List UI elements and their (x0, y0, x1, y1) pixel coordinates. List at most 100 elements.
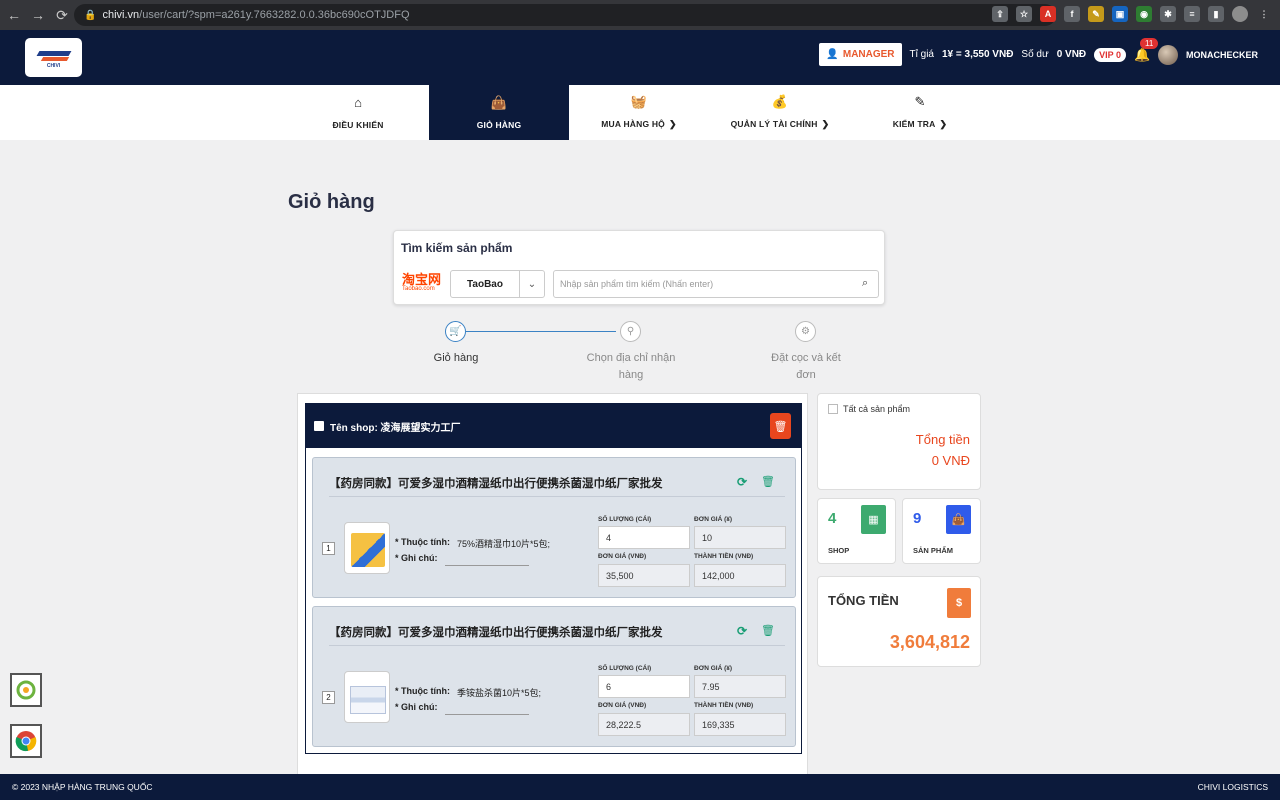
footer-brand: CHIVI LOGISTICS (1197, 782, 1268, 792)
attribute-value: 季铵盐杀菌10片*5包; (457, 688, 542, 698)
floating-chrome-button[interactable] (10, 724, 42, 758)
lock-icon: 🔒 (84, 9, 97, 21)
product-label: SẢN PHẨM (913, 546, 954, 555)
taobao-logo-en: Taobao.com (402, 286, 435, 292)
step-label-deposit: Đặt cọc và kết đơn (771, 352, 841, 381)
shop-name: Tên shop: 凌海展望实力工厂 (330, 422, 461, 434)
sidebar-icon[interactable]: ▮ (1208, 6, 1224, 22)
avatar[interactable] (1158, 44, 1178, 65)
share-icon[interactable]: ⇪ (992, 6, 1008, 22)
adblock-icon[interactable]: A (1040, 6, 1056, 22)
nav-label: ĐIỀU KHIỂN (332, 119, 384, 130)
refresh-icon[interactable]: ⟳ (737, 475, 747, 489)
site-footer: © 2023 NHẬP HÀNG TRUNG QUỐC CHIVI LOGIST… (0, 774, 1280, 800)
unit-price-vnd-label: ĐƠN GIÁ (VNĐ) (598, 702, 647, 709)
delete-shop-button[interactable]: 🗑 (770, 413, 791, 439)
menu-dots-icon[interactable]: ⋮ (1256, 6, 1272, 22)
shop-count: 4 (828, 510, 837, 527)
puzzle-icon[interactable]: ✱ (1160, 6, 1176, 22)
cart-item: 【药房同款】可爱多湿巾酒精湿纸巾出行便携杀菌湿巾纸厂家批发 ⟳ 🗑 1 * Th… (312, 457, 796, 598)
refresh-icon[interactable]: ⟳ (737, 624, 747, 638)
search-input[interactable] (553, 270, 879, 298)
nav-label-wrap: QUẢN LÝ TÀI CHÍNH ❯ (731, 119, 830, 130)
manager-label: MANAGER (842, 49, 895, 60)
logo[interactable]: CHIVI (25, 38, 82, 77)
chevron-down-icon: ⌄ (527, 278, 537, 290)
back-icon[interactable]: ← (4, 5, 24, 25)
page-title: Giỏ hàng (288, 191, 375, 213)
extension-icon[interactable]: ◉ (1136, 6, 1152, 22)
edit-icon: ✎ (914, 94, 926, 109)
item-index: 2 (322, 691, 335, 704)
divider (329, 645, 785, 646)
total-value: 0 VNĐ (931, 453, 970, 468)
manager-button[interactable]: 👤 MANAGER (819, 43, 902, 66)
store-icon: ▦ (861, 505, 886, 534)
username[interactable]: MONACHECKER (1186, 50, 1258, 60)
product-image[interactable] (344, 671, 390, 723)
money-bag-icon: 💰 (771, 94, 789, 109)
unit-price-vnd-field: 35,500 (598, 564, 690, 587)
basket-icon: 🧺 (630, 94, 648, 109)
trash-icon[interactable]: 🗑 (761, 475, 775, 488)
product-image[interactable] (344, 522, 390, 574)
item-title[interactable]: 【药房同款】可爱多湿巾酒精湿纸巾出行便携杀菌湿巾纸厂家批发 (329, 475, 663, 491)
total-label: Tổng tiền (915, 432, 970, 447)
trash-icon[interactable]: 🗑 (761, 624, 775, 637)
shop-header: Tên shop: 凌海展望实力工厂 🗑 (306, 404, 801, 448)
quantity-input[interactable]: 4 (598, 526, 690, 549)
quantity-input[interactable]: 6 (598, 675, 690, 698)
floating-app-button[interactable] (10, 673, 42, 707)
attribute-label: * Thuộc tính: (395, 686, 450, 696)
site-select[interactable]: TaoBao ⌄ (450, 270, 545, 298)
bag-icon: 👜 (946, 505, 971, 534)
nav-item-buy-for-me[interactable]: 🧺 MUA HÀNG HỘ ❯ (569, 85, 709, 140)
search-icon[interactable]: ⌕ (862, 277, 868, 290)
vip-badge[interactable]: VIP 0 (1094, 47, 1126, 62)
item-title[interactable]: 【药房同款】可爱多湿巾酒精湿纸巾出行便携杀菌湿巾纸厂家批发 (329, 624, 663, 640)
deposit-icon: ⚙ (795, 321, 816, 342)
reload-icon[interactable]: ⟳ (52, 5, 72, 25)
footer-copyright: © 2023 NHẬP HÀNG TRUNG QUỐC (12, 782, 153, 792)
shop-count-card: 4 ▦ SHOP (817, 498, 896, 564)
user-cog-icon: 👤 (826, 49, 839, 60)
function-icon[interactable]: f (1064, 6, 1080, 22)
note-field[interactable] (445, 565, 529, 566)
unit-price-vnd-field: 28,222.5 (598, 713, 690, 736)
nav-label: QUẢN LÝ TÀI CHÍNH (730, 119, 818, 129)
shop-checkbox[interactable] (314, 421, 324, 431)
header-actions: 👤 MANAGER Tỉ giá 1¥ = 3,550 VNĐ Số dư 0 … (819, 37, 1258, 66)
extension-icon[interactable]: ▣ (1112, 6, 1128, 22)
unit-price-cny-label: ĐƠN GIÁ (¥) (694, 665, 733, 672)
star-icon[interactable]: ☆ (1016, 6, 1032, 22)
nav-item-check[interactable]: ✎ KIỂM TRA ❯ (850, 85, 990, 140)
chevron-right-icon: ❯ (939, 119, 948, 129)
product-count-card: 9 👜 SẢN PHẨM (902, 498, 981, 564)
extension-icons: ⇪ ☆ A f ✎ ▣ ◉ ✱ ≡ ▮ ⋮ (992, 6, 1272, 22)
forward-icon[interactable]: → (28, 5, 48, 25)
select-all-label[interactable]: Tất cả sản phẩm (843, 404, 910, 414)
select-all-card: Tất cả sản phẩm Tổng tiền 0 VNĐ (817, 393, 981, 490)
cart-item: 【药房同款】可爱多湿巾酒精湿纸巾出行便携杀菌湿巾纸厂家批发 ⟳ 🗑 2 * Th… (312, 606, 796, 747)
step-label-cart: Giỏ hàng (433, 352, 479, 364)
playlist-icon[interactable]: ≡ (1184, 6, 1200, 22)
select-all-checkbox[interactable] (828, 404, 838, 414)
notification-bell[interactable]: 🔔 11 (1134, 37, 1159, 63)
attribute-label: * Thuộc tính: (395, 537, 450, 547)
profile-icon[interactable] (1232, 6, 1248, 22)
product-count: 9 (913, 510, 922, 527)
nav-item-finance[interactable]: 💰 QUẢN LÝ TÀI CHÍNH ❯ (710, 85, 850, 140)
nav-item-dashboard[interactable]: ⌂ ĐIỀU KHIỂN (288, 85, 428, 140)
taobao-logo-zh: 淘宝网 (402, 272, 442, 287)
address-bar[interactable]: 🔒 chivi.vn /user/cart/?spm=a261y.7663282… (74, 4, 1056, 26)
attribute-value: 75%酒精湿巾10片*5包; (457, 539, 551, 549)
shop-label: SHOP (828, 546, 850, 555)
extension-icon[interactable]: ✎ (1088, 6, 1104, 22)
note-field[interactable] (445, 714, 529, 715)
unit-price-cny-label: ĐƠN GIÁ (¥) (694, 516, 733, 523)
unit-price-cny-field: 10 (694, 526, 786, 549)
nav-item-cart[interactable]: 👜 GIỎ HÀNG (429, 85, 569, 140)
unit-price-cny-field: 7.95 (694, 675, 786, 698)
bag-icon: 👜 (490, 94, 508, 110)
rate-label: Tỉ giá (909, 49, 934, 60)
